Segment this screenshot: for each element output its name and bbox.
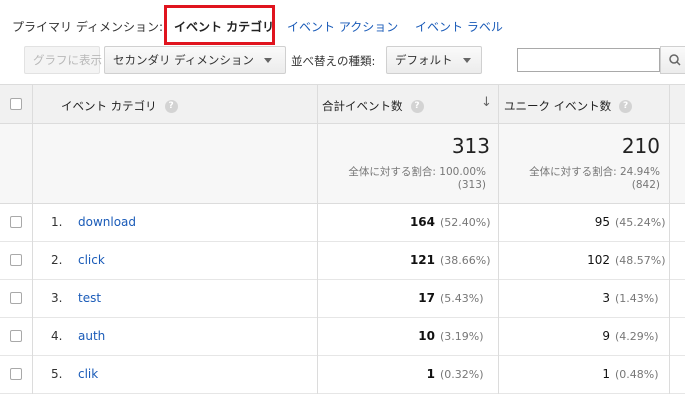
- secondary-dimension-label: セカンダリ ディメンション: [113, 53, 254, 67]
- header-total-events[interactable]: 合計イベント数?: [322, 98, 424, 114]
- row-total-events-pct: (5.43%): [440, 292, 484, 305]
- table-row: 5. clik 1 (0.32%) 1 (0.48%): [0, 356, 685, 394]
- select-all-checkbox[interactable]: [10, 98, 22, 110]
- help-icon[interactable]: ?: [410, 100, 424, 113]
- total-events-pct: 全体に対する割合: 100.00%: [348, 166, 486, 178]
- row-rank: 1.: [51, 215, 63, 229]
- row-unique-events: 9: [602, 329, 610, 343]
- table-header-row: イベント カテゴリ? 合計イベント数? ↓ ユニーク イベント数?: [0, 84, 685, 124]
- table-row: 1. download 164 (52.40%) 95 (45.24%): [0, 204, 685, 242]
- row-unique-events-pct: (0.48%): [615, 368, 659, 381]
- column-divider: [32, 84, 33, 394]
- row-rank: 2.: [51, 253, 63, 267]
- column-divider: [669, 84, 670, 394]
- chevron-down-icon: [462, 58, 471, 63]
- report-toolbar: グラフに表示 セカンダリ ディメンション 並べ替えの種類: デフォルト: [0, 46, 685, 82]
- total-events-sub: (313): [457, 179, 486, 191]
- unique-events-sum: 210: [621, 134, 660, 158]
- unique-events-sub: (842): [631, 179, 660, 191]
- primary-dimension-label: プライマリ ディメンション:: [12, 20, 164, 34]
- primary-dimension-active-label: イベント カテゴリ: [174, 20, 275, 34]
- row-total-events-pct: (52.40%): [440, 216, 491, 229]
- row-checkbox[interactable]: [10, 254, 22, 266]
- row-checkbox[interactable]: [10, 368, 22, 380]
- chevron-down-icon: [263, 58, 272, 63]
- row-rank: 4.: [51, 329, 63, 343]
- row-unique-events-pct: (45.24%): [615, 216, 666, 229]
- row-rank: 5.: [51, 367, 63, 381]
- column-divider: [317, 84, 318, 394]
- row-event-category-link[interactable]: click: [78, 253, 105, 267]
- sort-type-value: デフォルト: [395, 53, 453, 67]
- row-unique-events-pct: (4.29%): [615, 330, 659, 343]
- row-unique-events-pct: (1.43%): [615, 292, 659, 305]
- table-search-input[interactable]: [517, 48, 660, 72]
- sort-type-label: 並べ替えの種類:: [291, 54, 376, 68]
- row-total-events-pct: (0.32%): [440, 368, 484, 381]
- row-event-category-link[interactable]: download: [78, 215, 136, 229]
- row-total-events: 164: [409, 215, 435, 229]
- search-icon: [669, 54, 681, 66]
- analytics-report: プライマリ ディメンション: イベント カテゴリ イベント アクション イベント…: [0, 0, 685, 405]
- row-unique-events: 3: [602, 291, 610, 305]
- table-row: 4. auth 10 (3.19%) 9 (4.29%): [0, 318, 685, 356]
- row-total-events: 10: [418, 329, 435, 343]
- search-button[interactable]: [660, 46, 685, 74]
- header-event-category[interactable]: イベント カテゴリ?: [61, 98, 178, 114]
- secondary-dimension-select[interactable]: セカンダリ ディメンション: [104, 46, 286, 74]
- row-event-category-link[interactable]: auth: [78, 329, 105, 343]
- row-checkbox[interactable]: [10, 292, 22, 304]
- help-icon[interactable]: ?: [619, 100, 633, 113]
- row-unique-events: 1: [602, 367, 610, 381]
- report-table: イベント カテゴリ? 合計イベント数? ↓ ユニーク イベント数? 313 全体…: [0, 84, 685, 405]
- row-checkbox[interactable]: [10, 330, 22, 342]
- row-total-events: 1: [426, 367, 435, 381]
- row-total-events: 121: [409, 253, 435, 267]
- row-unique-events-pct: (48.57%): [615, 254, 666, 267]
- header-unique-events[interactable]: ユニーク イベント数?: [504, 98, 633, 114]
- primary-dimension-active[interactable]: イベント カテゴリ: [164, 5, 275, 45]
- row-total-events-pct: (3.19%): [440, 330, 484, 343]
- row-checkbox[interactable]: [10, 216, 22, 228]
- column-divider: [498, 84, 499, 394]
- primary-dimension-link-event-action[interactable]: イベント アクション: [287, 18, 398, 35]
- primary-dimension-bar: プライマリ ディメンション: イベント カテゴリ イベント アクション イベント…: [0, 0, 685, 46]
- row-event-category-link[interactable]: test: [78, 291, 101, 305]
- primary-dimension-link-event-label[interactable]: イベント ラベル: [415, 18, 503, 35]
- unique-events-pct: 全体に対する割合: 24.94%: [529, 166, 660, 178]
- row-event-category-link[interactable]: clik: [78, 367, 98, 381]
- sort-type-select[interactable]: デフォルト: [386, 46, 482, 74]
- table-row: 2. click 121 (38.66%) 102 (48.57%): [0, 242, 685, 280]
- help-icon[interactable]: ?: [164, 100, 178, 113]
- sort-descending-icon[interactable]: ↓: [481, 95, 492, 110]
- totals-row: 313 全体に対する割合: 100.00% (313) 210 全体に対する割合…: [0, 124, 685, 204]
- row-rank: 3.: [51, 291, 63, 305]
- row-unique-events: 95: [594, 215, 610, 229]
- row-total-events-pct: (38.66%): [440, 254, 491, 267]
- table-row: 3. test 17 (5.43%) 3 (1.43%): [0, 280, 685, 318]
- row-total-events: 17: [418, 291, 435, 305]
- total-events-sum: 313: [451, 134, 490, 158]
- plot-rows-button[interactable]: グラフに表示: [24, 46, 102, 74]
- row-unique-events: 102: [587, 253, 610, 267]
